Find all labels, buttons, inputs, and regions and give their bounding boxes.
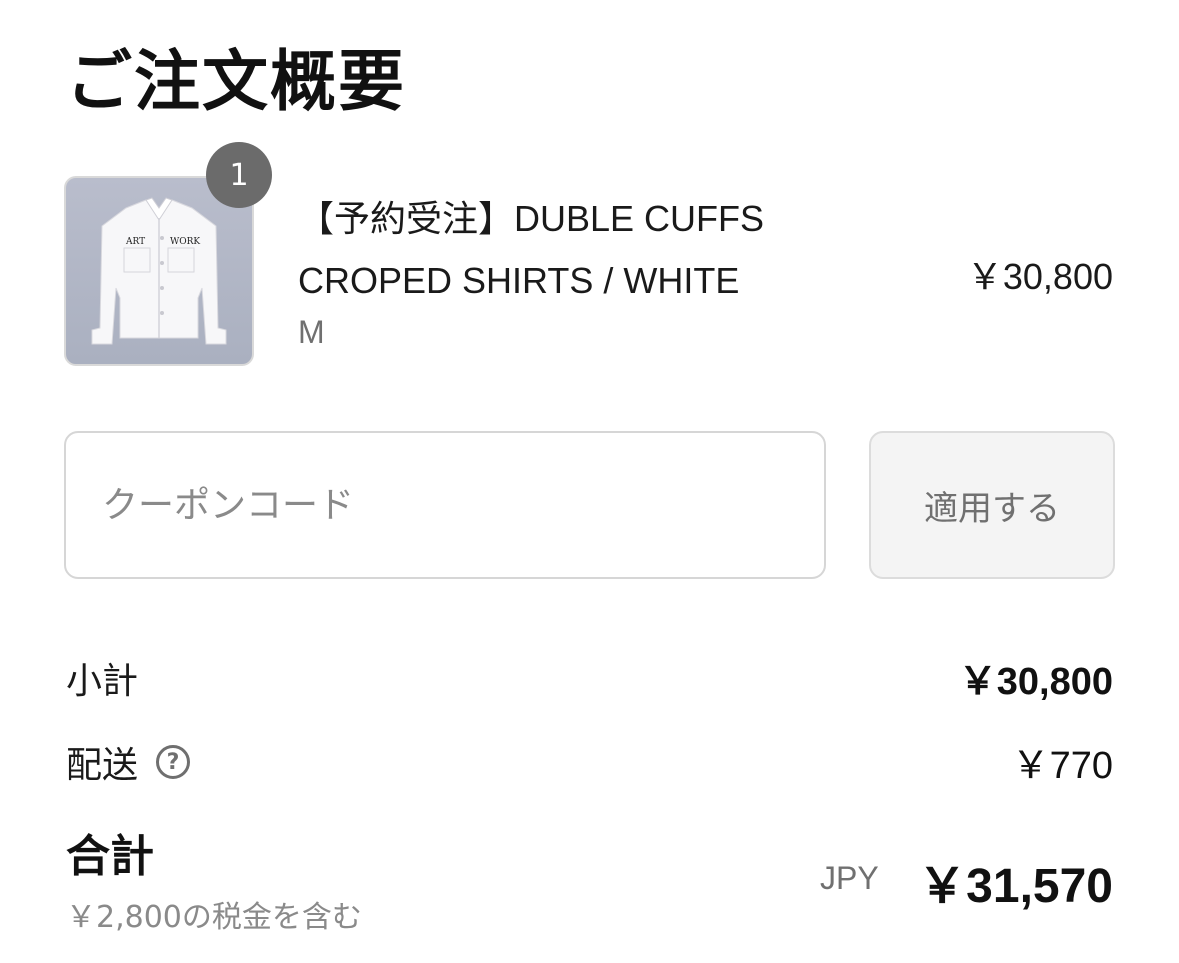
product-variant: M: [298, 314, 325, 350]
product-thumbnail-wrapper: ART WORK 1: [64, 142, 272, 366]
shirt-image: ART WORK: [91, 197, 227, 345]
currency-code: JPY: [820, 860, 879, 896]
product-price: ￥30,800: [966, 256, 1113, 297]
subtotal-label: 小計: [66, 661, 139, 702]
shipping-label: 配送: [66, 745, 139, 786]
apply-coupon-button[interactable]: 適用する: [869, 431, 1115, 579]
tax-note: ￥2,800の税金を含む: [66, 900, 362, 935]
total-label: 合計: [66, 831, 154, 882]
quantity-badge: 1: [206, 142, 272, 208]
shipping-value: ￥770: [1011, 745, 1113, 787]
page-title: ご注文概要: [66, 43, 406, 120]
coupon-code-input[interactable]: [64, 431, 826, 579]
product-name: 【予約受注】DUBLE CUFFS CROPED SHIRTS / WHITE: [298, 198, 765, 301]
total-value: ￥31,570: [918, 860, 1113, 913]
subtotal-value: ￥30,800: [958, 661, 1113, 703]
help-icon[interactable]: ?: [156, 745, 191, 779]
shipping-row-label: 配送 ?: [66, 736, 191, 788]
shirt-embroidery-left: ART: [125, 237, 145, 247]
shirt-embroidery-right: WORK: [170, 237, 200, 247]
